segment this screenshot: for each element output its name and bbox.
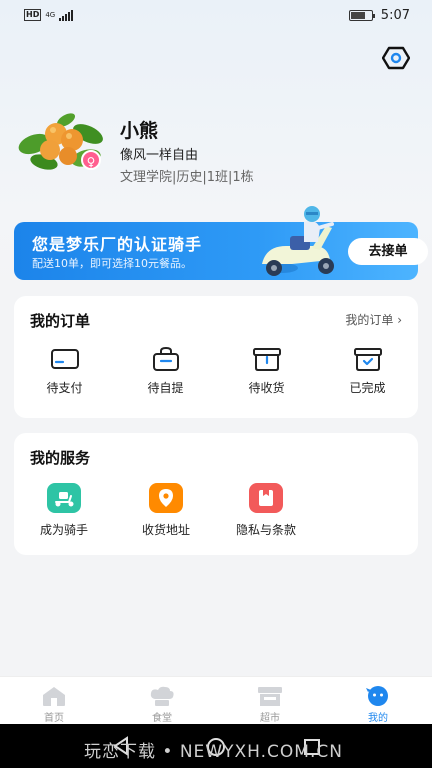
services-title: 我的服务	[30, 449, 91, 467]
nav-market[interactable]: 超市	[216, 677, 324, 724]
clock: 5:07	[380, 8, 410, 23]
scooter-icon	[55, 492, 74, 507]
card-icon	[50, 349, 79, 369]
service-privacy[interactable]: 隐私与条款	[226, 483, 306, 538]
gender-badge: ♀	[81, 150, 101, 170]
service-become-rider[interactable]: 成为骑手	[24, 483, 104, 538]
nav-label: 首页	[44, 713, 64, 724]
service-address[interactable]: 收货地址	[126, 483, 206, 538]
orders-card: 我的订单 我的订单 › 待支付 待自提 待收货 已完成	[14, 296, 418, 418]
store-icon	[258, 687, 282, 706]
nav-label: 食堂	[152, 713, 172, 724]
order-pending-pickup[interactable]: 待自提	[115, 346, 216, 396]
box-icon	[252, 348, 281, 371]
chef-hat-icon	[150, 686, 174, 706]
bottom-nav: 首页 食堂 超市 我的	[0, 676, 432, 724]
nav-home[interactable]: 首页	[0, 677, 108, 724]
nav-canteen[interactable]: 食堂	[108, 677, 216, 724]
profile-icon	[366, 686, 388, 706]
orders-link[interactable]: 我的订单 ›	[345, 311, 402, 328]
banner-title: 您是梦乐厂的认证骑手	[32, 235, 203, 254]
hd-badge: HD	[24, 9, 42, 21]
service-label: 成为骑手	[39, 523, 88, 537]
home-icon	[43, 687, 65, 706]
box-check-icon	[353, 348, 382, 371]
user-motto: 像风一样自由	[120, 148, 199, 163]
services-card: 我的服务 成为骑手 收货地址 隐私与条款	[14, 433, 418, 555]
order-label: 已完成	[349, 381, 386, 395]
nav-mine[interactable]: 我的	[324, 677, 432, 724]
banner-subtitle: 配送10单，即可选择10元餐品。	[32, 257, 192, 270]
order-label: 待自提	[147, 381, 184, 395]
battery-icon	[348, 10, 375, 21]
location-icon	[159, 489, 173, 507]
bag-icon	[152, 346, 179, 371]
order-pending-payment[interactable]: 待支付	[14, 346, 115, 396]
service-label: 隐私与条款	[235, 523, 296, 537]
status-bar: HD 4G 5:07	[0, 0, 432, 32]
service-label: 收货地址	[141, 523, 190, 537]
user-class-info: 文理学院|历史|1班|1栋	[120, 170, 254, 185]
nav-label: 超市	[260, 713, 280, 724]
nav-label: 我的	[368, 713, 388, 724]
accept-order-button[interactable]: 去接单	[348, 238, 428, 265]
rider-banner[interactable]: 您是梦乐厂的认证骑手 配送10单，即可选择10元餐品。 去接单	[14, 206, 428, 280]
network-type: 4G	[45, 10, 56, 19]
order-label: 待收货	[248, 381, 285, 395]
privacy-icon	[259, 490, 273, 506]
order-pending-delivery[interactable]: 待收货	[216, 346, 317, 396]
signal-icon	[59, 9, 74, 21]
username: 小熊	[120, 120, 159, 142]
settings-icon[interactable]	[382, 44, 410, 72]
order-completed[interactable]: 已完成	[317, 346, 418, 396]
watermark: 玩恋下载 • NEWYXH.COM.CN	[84, 742, 343, 762]
order-label: 待支付	[46, 381, 83, 395]
orders-title: 我的订单	[30, 312, 91, 330]
